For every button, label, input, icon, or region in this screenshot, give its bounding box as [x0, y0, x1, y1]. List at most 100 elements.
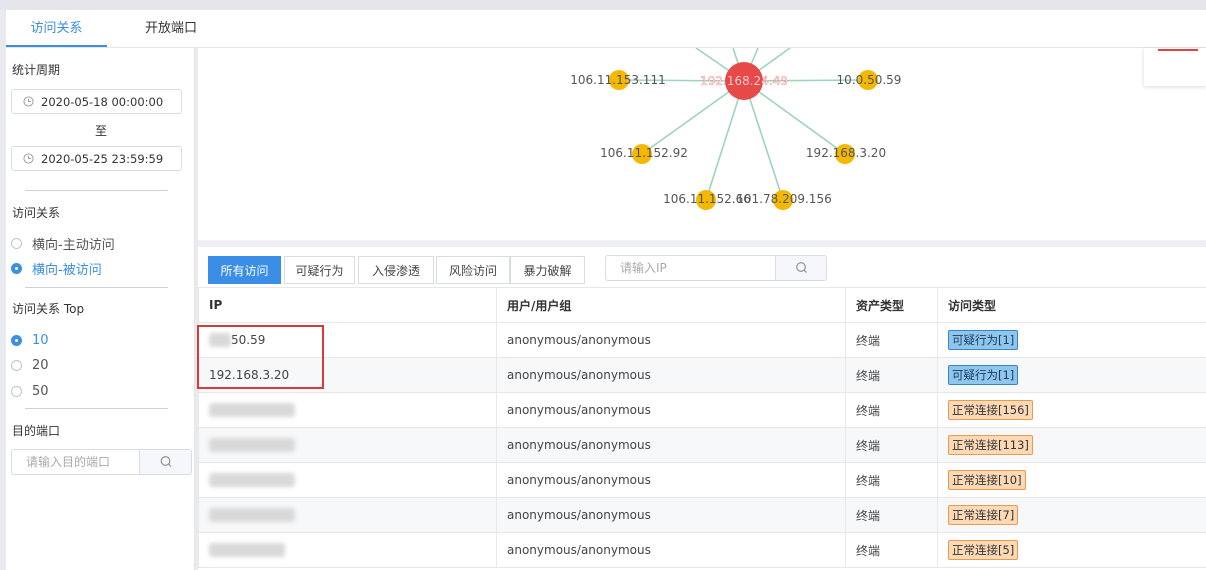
cell-access-type: 正常连接[7] — [937, 497, 1206, 533]
column-header-asset-type: 资产类型 — [845, 287, 938, 323]
cell-ip — [198, 427, 497, 463]
cell-user: anonymous/anonymous — [496, 322, 846, 358]
filter-tab-all[interactable]: 所有访问 — [208, 256, 281, 284]
tab-open-ports[interactable]: 开放端口 — [145, 10, 197, 47]
end-date-value: 2020-05-25 23:59:59 — [41, 152, 164, 166]
access-type-tag[interactable]: 可疑行为[1] — [948, 365, 1019, 385]
cell-asset-type: 终端 — [845, 462, 938, 498]
graph-node-label: 10.0.50.59 — [837, 73, 902, 87]
cell-access-type: 正常连接[156] — [937, 392, 1206, 428]
radio-label: 50 — [32, 383, 49, 399]
access-type-tag[interactable]: 正常连接[10] — [948, 470, 1026, 490]
cell-ip: 50.59 — [198, 322, 497, 358]
cell-ip — [198, 462, 497, 498]
graph-legend — [1144, 48, 1206, 86]
column-header-ip: IP — [198, 287, 497, 323]
cell-asset-type: 终端 — [845, 497, 938, 533]
window-top-strip — [0, 0, 1206, 10]
radio-circle — [11, 385, 22, 397]
cell-asset-type: 终端 — [845, 357, 938, 393]
cell-user: anonymous/anonymous — [496, 427, 846, 463]
section-gap — [198, 240, 1206, 247]
ip-search-button[interactable] — [775, 255, 827, 281]
access-type-tag[interactable]: 可疑行为[1] — [948, 330, 1019, 350]
tab-access-relation[interactable]: 访问关系 — [6, 10, 107, 47]
port-title: 目的端口 — [12, 424, 61, 438]
redacted-ip — [209, 508, 295, 523]
table-row[interactable]: 192.168.3.20 anonymous/anonymous 终端 可疑行为… — [198, 357, 1206, 393]
access-type-tag[interactable]: 正常连接[156] — [948, 400, 1033, 420]
access-type-tag[interactable]: 正常连接[5] — [948, 540, 1019, 560]
table-row[interactable]: anonymous/anonymous 终端 正常连接[156] — [198, 392, 1206, 428]
radio-top-10[interactable]: 10 — [11, 331, 49, 349]
redacted-ip — [209, 473, 295, 488]
date-range-separator: 至 — [95, 124, 108, 138]
redacted-ip — [209, 333, 231, 348]
table-header-row: IP 用户/用户组 资产类型 访问类型 — [198, 287, 1206, 323]
radio-lateral-active[interactable]: 横向-主动访问 — [11, 234, 115, 253]
cell-access-type: 正常连接[10] — [937, 462, 1206, 498]
relation-title: 访问关系 — [12, 206, 61, 220]
graph-node-label: 106.11.152.92 — [600, 146, 688, 160]
cell-access-type: 正常连接[5] — [937, 532, 1206, 568]
clock-icon — [23, 96, 34, 107]
access-table-panel: 所有访问 可疑行为 入侵渗透 风险访问 暴力破解 IP 用户/用户组 资产类型 … — [198, 247, 1206, 570]
graph-node-label: 106.11.153.111 — [570, 73, 665, 87]
cell-ip — [198, 532, 497, 568]
filter-tab-risk[interactable]: 风险访问 — [436, 256, 510, 284]
radio-top-50[interactable]: 50 — [11, 382, 49, 400]
cell-asset-type: 终端 — [845, 427, 938, 463]
cell-user: anonymous/anonymous — [496, 532, 846, 568]
cell-user: anonymous/anonymous — [496, 357, 846, 393]
radio-lateral-passive[interactable]: 横向-被访问 — [11, 259, 102, 278]
end-date-input[interactable]: 2020-05-25 23:59:59 — [11, 146, 182, 171]
graph-node-label: 192.168.3.20 — [806, 146, 886, 160]
start-date-value: 2020-05-18 00:00:00 — [41, 95, 164, 109]
cell-access-type: 正常连接[113] — [937, 427, 1206, 463]
clock-icon — [23, 153, 34, 164]
redacted-ip — [209, 403, 295, 418]
table-row[interactable]: anonymous/anonymous 终端 正常连接[5] — [198, 532, 1206, 568]
port-input[interactable] — [11, 449, 139, 475]
legend-line — [1158, 49, 1198, 51]
port-search-button[interactable] — [139, 449, 192, 475]
radio-label: 横向-被访问 — [32, 262, 102, 278]
access-type-tag[interactable]: 正常连接[113] — [948, 435, 1033, 455]
cell-user: anonymous/anonymous — [496, 392, 846, 428]
table-row[interactable]: anonymous/anonymous 终端 正常连接[7] — [198, 497, 1206, 533]
top-title: 访问关系 Top — [12, 302, 85, 316]
cell-asset-type: 终端 — [845, 392, 938, 428]
start-date-input[interactable]: 2020-05-18 00:00:00 — [11, 89, 182, 114]
divider — [25, 287, 168, 288]
search-icon — [796, 262, 807, 273]
cell-access-type: 可疑行为[1] — [937, 357, 1206, 393]
period-title: 统计周期 — [12, 63, 61, 77]
filter-tab-intrusion[interactable]: 入侵渗透 — [358, 256, 434, 284]
graph-node-label: 101.78.209.156 — [736, 192, 831, 206]
ip-text: 50.59 — [231, 332, 266, 347]
cell-ip — [198, 392, 497, 428]
top-tabs-bar: 访问关系 开放端口 — [6, 10, 1206, 48]
radio-label: 横向-主动访问 — [32, 237, 115, 253]
cell-asset-type: 终端 — [845, 532, 938, 568]
filter-sidebar: 统计周期 2020-05-18 00:00:00 至 2020-05-25 23… — [6, 48, 195, 570]
radio-circle — [11, 262, 22, 274]
column-header-user: 用户/用户组 — [496, 287, 846, 323]
cell-user: anonymous/anonymous — [496, 497, 846, 533]
filter-tab-bruteforce[interactable]: 暴力破解 — [510, 256, 585, 284]
radio-label: 20 — [32, 357, 49, 373]
search-icon — [160, 456, 172, 467]
relation-graph: 106.11.153.111 10.0.50.59 106.11.152.92 … — [198, 48, 1206, 240]
divider — [25, 190, 168, 191]
table-row[interactable]: anonymous/anonymous 终端 正常连接[113] — [198, 427, 1206, 463]
graph-center-label: 192.168.24.49 — [700, 74, 788, 88]
access-type-tag[interactable]: 正常连接[7] — [948, 505, 1019, 525]
radio-top-20[interactable]: 20 — [11, 356, 49, 374]
radio-circle — [11, 237, 22, 249]
table-row[interactable]: anonymous/anonymous 终端 正常连接[10] — [198, 462, 1206, 498]
cell-asset-type: 终端 — [845, 322, 938, 358]
table-row[interactable]: 50.59 anonymous/anonymous 终端 可疑行为[1] — [198, 322, 1206, 358]
graph-canvas: 106.11.153.111 10.0.50.59 106.11.152.92 … — [570, 48, 902, 210]
filter-tab-suspicious[interactable]: 可疑行为 — [284, 256, 355, 284]
ip-search-input[interactable] — [605, 255, 775, 281]
